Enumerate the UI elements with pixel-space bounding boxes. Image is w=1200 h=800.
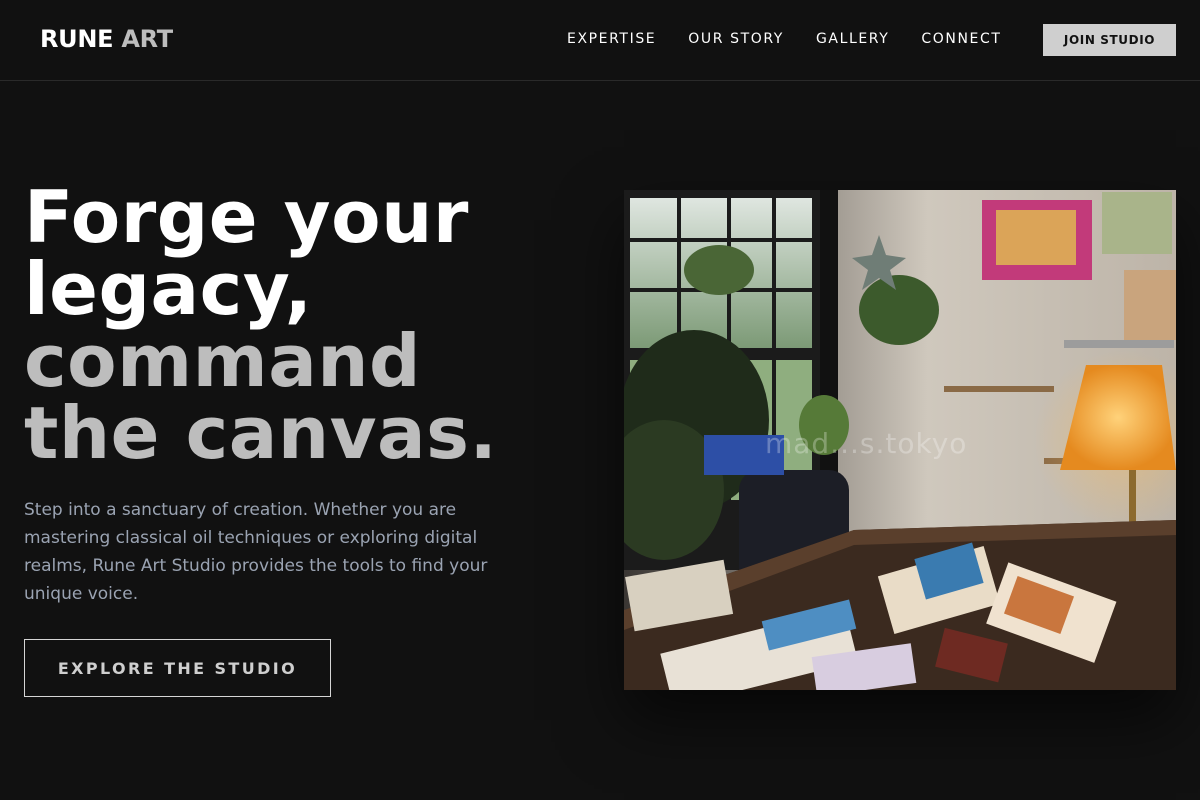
logo-secondary: ART xyxy=(121,25,173,53)
nav-item-our-story[interactable]: OUR STORY xyxy=(688,31,784,47)
image-watermark: mad...s.tokyo xyxy=(765,427,968,460)
logo-primary: RUNE xyxy=(40,25,114,53)
hero-headline: Forge your legacy, command the canvas. xyxy=(24,181,584,469)
explore-studio-button[interactable]: EXPLORE THE STUDIO xyxy=(24,639,331,697)
nav-item-gallery[interactable]: GALLERY xyxy=(816,31,889,47)
site-header: RUNE ART EXPERTISE OUR STORY GALLERY CON… xyxy=(0,0,1200,81)
headline-line-1: Forge your xyxy=(24,175,469,259)
brand-logo[interactable]: RUNE ART xyxy=(40,24,173,54)
main-nav: EXPERTISE OUR STORY GALLERY CONNECT xyxy=(567,31,1034,47)
headline-line-4: the canvas. xyxy=(24,391,498,475)
headline-line-2: legacy, xyxy=(24,247,313,331)
hero-description: Step into a sanctuary of creation. Wheth… xyxy=(24,500,488,604)
nav-item-expertise[interactable]: EXPERTISE xyxy=(567,31,656,47)
join-studio-button[interactable]: JOIN STUDIO xyxy=(1043,24,1176,56)
headline-line-3: command xyxy=(24,319,422,403)
nav-item-connect[interactable]: CONNECT xyxy=(921,31,1001,47)
